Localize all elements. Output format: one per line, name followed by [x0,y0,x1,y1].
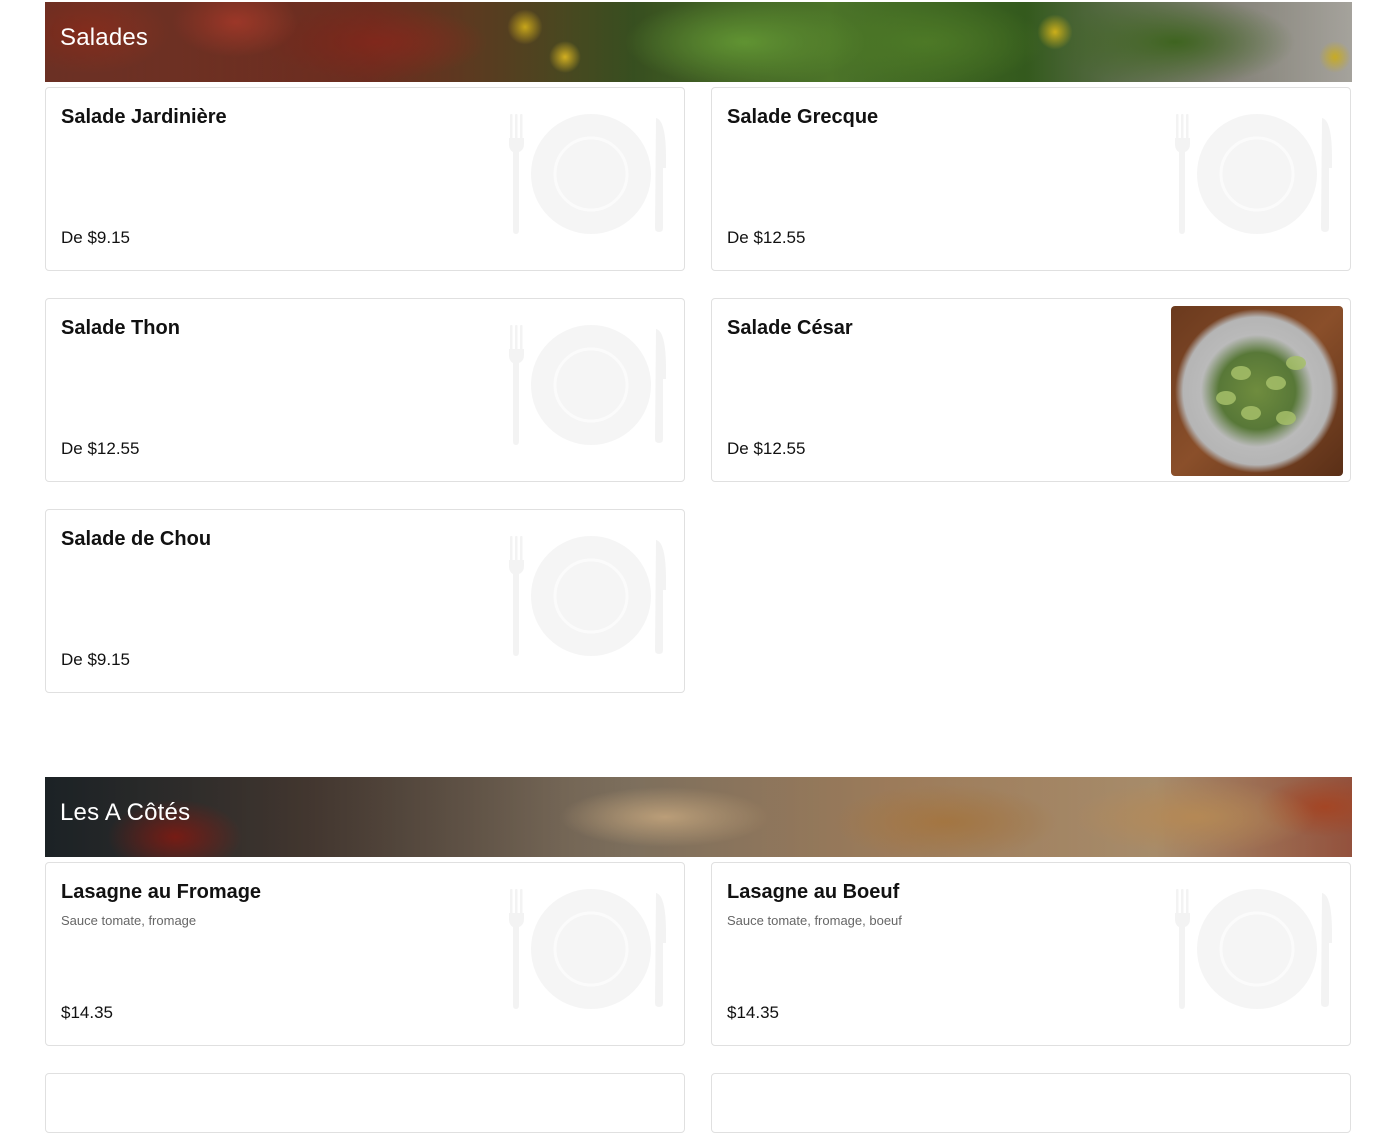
plate-placeholder-icon [504,114,672,244]
plate-placeholder-icon [504,889,672,1019]
plate-placeholder-icon [504,536,672,666]
menu-item-card[interactable]: Salade Jardinière De $9.15 [45,87,685,271]
section-banner-salades: Salades [45,2,1352,82]
item-price: $14.35 [727,1003,779,1022]
item-price: $14.35 [61,1003,113,1022]
item-price: De $9.15 [61,650,130,669]
item-price: De $9.15 [61,228,130,247]
item-name: Lasagne au Boeuf [727,881,900,903]
section-banner-les-a-cotes: Les A Côtés [45,777,1352,857]
item-description: Sauce tomate, fromage [61,913,197,928]
plate-placeholder-icon [1170,114,1338,244]
item-name: Salade César [727,317,853,339]
plate-placeholder-icon [1170,889,1338,1019]
item-name: Salade Jardinière [61,106,227,128]
menu-item-card-partial[interactable] [711,1073,1351,1133]
plate-placeholder-icon [504,325,672,455]
menu-item-card[interactable]: Lasagne au Fromage Sauce tomate, fromage… [45,862,685,1046]
item-price: De $12.55 [61,439,140,458]
item-name: Salade Grecque [727,106,879,128]
menu-item-card[interactable]: Salade Grecque De $12.55 [711,87,1351,271]
item-name: Salade de Chou [61,528,212,550]
item-photo [1171,306,1343,476]
menu-item-card[interactable]: Salade Thon De $12.55 [45,298,685,482]
item-name: Salade Thon [61,317,180,339]
menu-item-card[interactable]: Salade de Chou De $9.15 [45,509,685,693]
item-name: Lasagne au Fromage [61,881,262,903]
section-title: Salades [60,24,149,51]
item-price: De $12.55 [727,439,806,458]
item-price: De $12.55 [727,228,806,247]
menu-item-card[interactable]: Salade César De $12.55 [711,298,1351,482]
section-title: Les A Côtés [60,799,191,826]
item-description: Sauce tomate, fromage, boeuf [727,913,902,928]
menu-item-card[interactable]: Lasagne au Boeuf Sauce tomate, fromage, … [711,862,1351,1046]
menu-item-card-partial[interactable] [45,1073,685,1133]
